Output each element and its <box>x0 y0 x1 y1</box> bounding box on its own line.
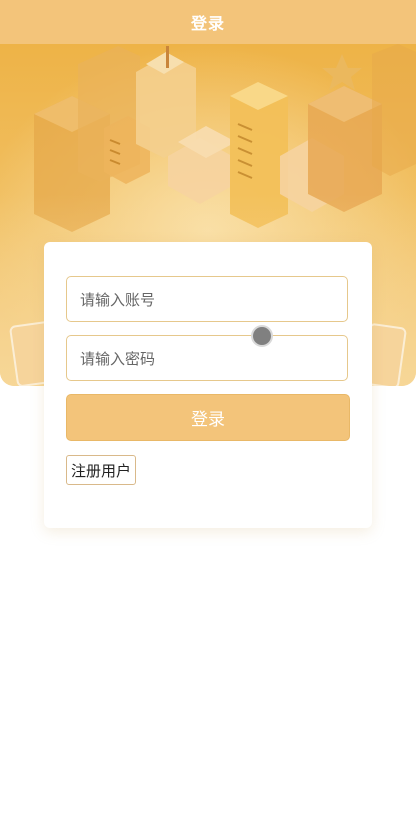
navbar: 登录 <box>0 0 416 44</box>
touch-indicator <box>251 325 273 347</box>
page-title: 登录 <box>190 14 225 33</box>
account-placeholder: 请输入账号 <box>80 290 156 309</box>
login-card: 请输入账号 请输入密码 登录 注册用户 <box>44 242 372 528</box>
account-input[interactable]: 请输入账号 <box>66 276 348 322</box>
password-placeholder: 请输入密码 <box>80 349 156 368</box>
register-button[interactable]: 注册用户 <box>66 455 137 485</box>
password-input[interactable]: 请输入密码 <box>66 335 348 381</box>
login-page: 登录 请输入账号 请输入密码 登录 注册用户 <box>0 0 416 840</box>
login-button[interactable]: 登录 <box>66 394 350 441</box>
